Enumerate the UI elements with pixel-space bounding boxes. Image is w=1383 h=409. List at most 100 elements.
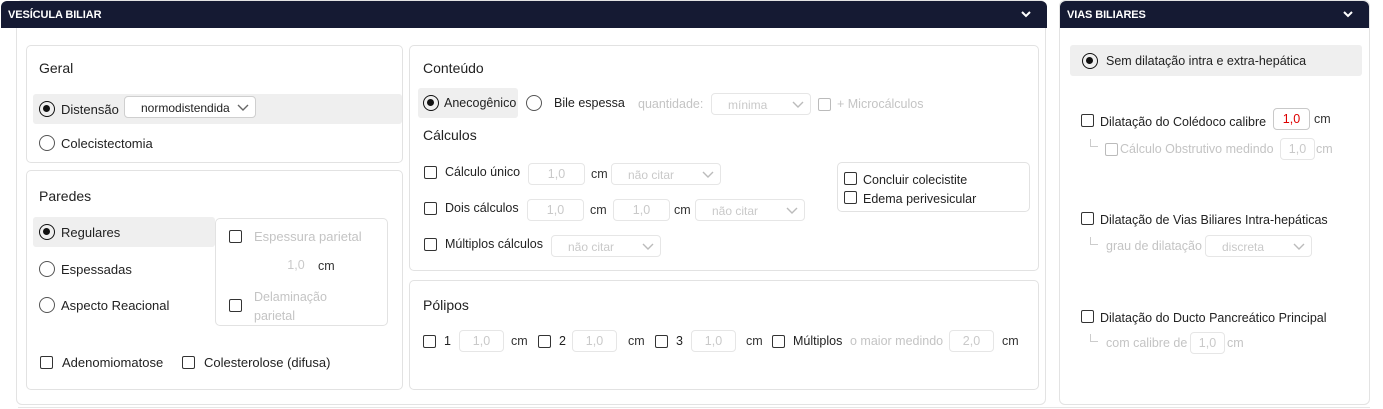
dois-calculos-size2-input[interactable]: 1,0 <box>613 199 670 221</box>
chevron-down-icon <box>786 207 798 214</box>
adenomiomatose-label: Adenomiomatose <box>62 355 164 370</box>
dois-calculos-unit2: cm <box>674 203 691 217</box>
anecogenico-option[interactable]: Anecogênico <box>418 88 518 118</box>
polipo-3-size-input[interactable]: 1,0 <box>691 330 736 352</box>
delaminacao-label-line1: Delaminação <box>254 290 327 304</box>
polipo-2-option[interactable]: 2 <box>538 334 566 348</box>
aspecto-reacional-label: Aspecto Reacional <box>61 297 170 313</box>
intra-hepaticas-label: Dilatação de Vias Biliares Intra-hepátic… <box>1100 213 1328 227</box>
concluir-colecistite-label: Concluir colecistite <box>863 173 968 187</box>
obstrutivo-checkbox[interactable] <box>1105 142 1118 156</box>
espessura-input[interactable]: 1,0 <box>278 255 314 277</box>
edema-perivesicular-option[interactable]: Edema perivesicular <box>844 188 976 206</box>
regulares-radio[interactable] <box>39 224 55 240</box>
chevron-down-icon <box>1293 243 1305 250</box>
multiplos-calculos-select[interactable]: não citar <box>551 235 661 257</box>
polipo-1-size-input[interactable]: 1,0 <box>459 330 504 352</box>
chevron-down-icon <box>237 104 249 111</box>
polipo-multiplos-checkbox[interactable] <box>772 334 785 348</box>
quantidade-select[interactable]: mínima <box>711 93 811 115</box>
intra-hepaticas-checkbox[interactable] <box>1081 211 1094 225</box>
polipo-1-checkbox[interactable] <box>423 334 436 348</box>
maior-medindo-input[interactable]: 2,0 <box>949 330 994 352</box>
multiplos-calculos-checkbox[interactable] <box>424 237 437 251</box>
calculo-unico-size-input[interactable]: 1,0 <box>528 163 585 185</box>
colesterolose-option[interactable]: Colesterolose (difusa) <box>182 355 330 370</box>
concluir-colecistite-checkbox[interactable] <box>844 171 857 185</box>
vesicula-header[interactable]: VESÍCULA BILIAR <box>1 1 1047 28</box>
polipo-multiplos-option[interactable]: Múltiplos <box>772 334 842 348</box>
regulares-label: Regulares <box>61 224 121 240</box>
tree-connector <box>1090 139 1098 147</box>
espessura-checkbox[interactable] <box>229 230 242 243</box>
sem-dilatacao-radio[interactable] <box>1082 52 1098 69</box>
bile-espessa-radio[interactable] <box>526 95 542 111</box>
conteudo-section: Conteúdo Anecogênico Bile espessa quanti… <box>409 45 1039 271</box>
espessadas-radio[interactable] <box>39 261 55 277</box>
polipo-3-option[interactable]: 3 <box>655 334 683 348</box>
espessura-option[interactable]: Espessura parietal <box>229 229 362 244</box>
bottom-divider <box>18 407 1370 408</box>
obstrutivo-input[interactable]: 1,0 <box>1280 138 1315 160</box>
polipo-2-label: 2 <box>559 334 566 348</box>
grau-select[interactable]: discreta <box>1205 235 1312 257</box>
distensao-select[interactable]: normodistendida <box>124 96 256 118</box>
calibre-unit: cm <box>1227 336 1244 350</box>
polipo-1-option[interactable]: 1 <box>423 334 451 348</box>
calculo-unico-unit: cm <box>591 167 608 181</box>
calibre-label: com calibre de <box>1106 336 1188 350</box>
edema-perivesicular-checkbox[interactable] <box>844 190 857 204</box>
obstrutivo-option[interactable]: Cálculo Obstrutivo medindo <box>1105 142 1274 156</box>
distensao-radio[interactable] <box>39 101 55 117</box>
polipo-multiplos-label: Múltiplos <box>793 334 843 348</box>
aspecto-reacional-option[interactable]: Aspecto Reacional <box>39 297 169 313</box>
colecistectomia-radio[interactable] <box>39 135 55 151</box>
delaminacao-checkbox[interactable] <box>229 299 242 312</box>
microcalculos-checkbox[interactable] <box>818 97 831 111</box>
dois-calculos-select[interactable]: não citar <box>695 199 805 221</box>
calculo-unico-select[interactable]: não citar <box>611 163 721 185</box>
ducto-pancreatico-option[interactable]: Dilatação do Ducto Pancreático Principal <box>1081 307 1327 325</box>
edema-perivesicular-label: Edema perivesicular <box>863 192 977 206</box>
colesterolose-checkbox[interactable] <box>182 356 195 369</box>
polipo-3-checkbox[interactable] <box>655 334 668 348</box>
quantidade-label: quantidade: <box>638 97 704 111</box>
espessadas-option[interactable]: Espessadas <box>39 261 132 277</box>
calculo-unico-checkbox[interactable] <box>424 165 437 179</box>
geral-section: Geral Distensão normodistendida Colecist… <box>26 45 403 163</box>
microcalculos-option[interactable]: + Microcálculos <box>818 97 924 111</box>
coledoco-option[interactable]: Dilatação do Colédoco calibre <box>1081 111 1266 129</box>
coledoco-calibre-input[interactable]: 1,0 <box>1273 108 1310 130</box>
polipo-2-size-input[interactable]: 1,0 <box>572 330 617 352</box>
chevron-down-icon[interactable] <box>1019 7 1033 21</box>
aspecto-reacional-radio[interactable] <box>39 297 55 313</box>
anecogenico-radio[interactable] <box>423 95 439 111</box>
calculo-unico-option[interactable]: Cálculo único <box>424 165 520 179</box>
coledoco-checkbox[interactable] <box>1081 113 1094 127</box>
coledoco-label: Dilatação do Colédoco calibre <box>1100 115 1267 129</box>
maior-medindo-unit: cm <box>1002 334 1019 348</box>
adenomiomatose-checkbox[interactable] <box>40 356 53 369</box>
polipo-2-checkbox[interactable] <box>538 334 551 348</box>
conteudo-heading: Conteúdo <box>423 60 484 76</box>
dois-calculos-checkbox[interactable] <box>424 201 437 215</box>
calculo-unico-label: Cálculo único <box>445 165 521 179</box>
chevron-down-icon <box>792 101 804 108</box>
adenomiomatose-option[interactable]: Adenomiomatose <box>40 355 163 370</box>
bile-espessa-option[interactable]: Bile espessa <box>526 95 625 111</box>
polipo-3-unit: cm <box>746 334 763 348</box>
tree-connector <box>1090 334 1098 342</box>
regulares-option[interactable]: Regulares <box>33 217 215 247</box>
chevron-down-icon[interactable] <box>1341 7 1355 21</box>
calibre-input[interactable]: 1,0 <box>1190 332 1225 354</box>
multiplos-calculos-option[interactable]: Múltiplos cálculos <box>424 237 543 251</box>
intra-hepaticas-option[interactable]: Dilatação de Vias Biliares Intra-hepátic… <box>1081 209 1328 227</box>
dois-calculos-size1-input[interactable]: 1,0 <box>527 199 584 221</box>
ducto-pancreatico-checkbox[interactable] <box>1081 309 1094 323</box>
vias-header[interactable]: VIAS BILIARES <box>1060 1 1369 28</box>
distensao-label: Distensão <box>61 101 119 117</box>
sem-dilatacao-option[interactable]: Sem dilatação intra e extra-hepática <box>1070 45 1362 76</box>
colecistectomia-option[interactable]: Colecistectomia <box>39 135 153 151</box>
dois-calculos-option[interactable]: Dois cálculos <box>424 201 519 215</box>
concluir-colecistite-option[interactable]: Concluir colecistite <box>844 169 967 187</box>
